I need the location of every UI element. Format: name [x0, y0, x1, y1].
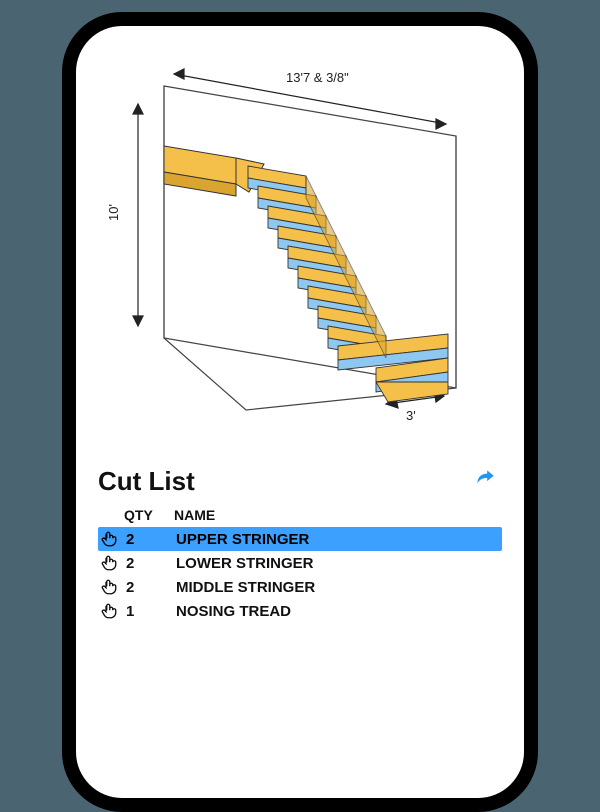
dim-height: 10' [106, 204, 121, 221]
table-row[interactable]: 2MIDDLE STRINGER [98, 575, 502, 599]
row-name: NOSING TREAD [176, 603, 500, 620]
row-tap-icon [100, 602, 126, 620]
col-header-qty: QTY [124, 507, 174, 523]
cut-list-section: Cut List QTY NAME 2UPPER STRINGER2LOWER … [76, 462, 524, 623]
row-name: MIDDLE STRINGER [176, 579, 500, 596]
table-row[interactable]: 1NOSING TREAD [98, 599, 502, 623]
row-qty: 2 [126, 531, 176, 548]
cut-list-title: Cut List [98, 466, 195, 497]
row-tap-icon [100, 578, 126, 596]
row-name: LOWER STRINGER [176, 555, 500, 572]
share-button[interactable] [468, 462, 502, 501]
stair-3d-svg: 13'7 & 3/8" 10' 3' [76, 26, 524, 456]
tap-icon [100, 554, 118, 572]
row-qty: 1 [126, 603, 176, 620]
row-qty: 2 [126, 555, 176, 572]
share-icon [472, 466, 498, 492]
row-name: UPPER STRINGER [176, 531, 500, 548]
tap-icon [100, 578, 118, 596]
row-qty: 2 [126, 579, 176, 596]
tap-icon [100, 530, 118, 548]
stair-diagram[interactable]: 13'7 & 3/8" 10' 3' [76, 26, 524, 456]
row-tap-icon [100, 554, 126, 572]
phone-frame: 13'7 & 3/8" 10' 3' [62, 12, 538, 812]
cut-list-table-header: QTY NAME [98, 501, 502, 527]
col-header-name: NAME [174, 507, 502, 523]
dim-depth: 3' [406, 408, 416, 423]
cut-list-rows: 2UPPER STRINGER2LOWER STRINGER2MIDDLE ST… [98, 527, 502, 623]
row-tap-icon [100, 530, 126, 548]
phone-screen: 13'7 & 3/8" 10' 3' [76, 26, 524, 798]
table-row[interactable]: 2UPPER STRINGER [98, 527, 502, 551]
table-row[interactable]: 2LOWER STRINGER [98, 551, 502, 575]
dim-width: 13'7 & 3/8" [286, 70, 349, 85]
tap-icon [100, 602, 118, 620]
